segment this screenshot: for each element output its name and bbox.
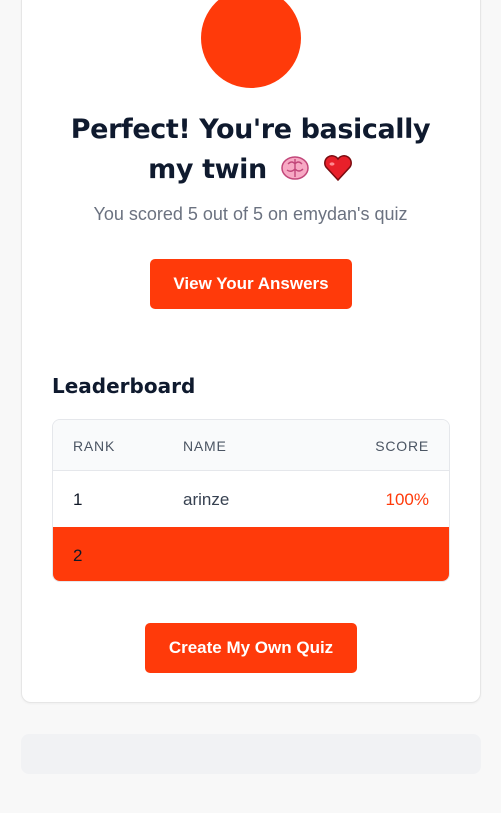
leaderboard-table: RANK NAME SCORE 1 arinze 100% 2	[52, 419, 450, 582]
result-heading-line2-text: my twin	[148, 154, 267, 185]
name-cell: arinze	[183, 490, 230, 509]
create-quiz-button[interactable]: Create My Own Quiz	[145, 623, 357, 673]
column-header-rank: RANK	[73, 438, 116, 454]
result-card	[21, 0, 481, 703]
brain-icon	[280, 154, 310, 182]
view-answers-button[interactable]: View Your Answers	[150, 259, 352, 309]
quiz-result-page: Perfect! You're basically my twin You sc…	[0, 0, 501, 813]
score-cell: 100%	[385, 490, 429, 509]
table-row-highlighted: 2	[53, 527, 449, 581]
score-summary: You scored 5 out of 5 on emydan's quiz	[93, 204, 408, 224]
column-header-score: SCORE	[375, 438, 429, 454]
rank-cell: 2	[73, 546, 83, 565]
leaderboard-title: Leaderboard	[52, 374, 196, 398]
result-heading-line2: my twin	[40, 150, 461, 190]
red-heart-icon	[323, 154, 353, 182]
result-heading: Perfect! You're basically my twin	[40, 110, 461, 190]
result-heading-line1: Perfect! You're basically	[70, 114, 431, 145]
footer-placeholder	[21, 734, 481, 774]
leaderboard-header: RANK NAME SCORE	[53, 420, 449, 471]
table-row: 1 arinze 100%	[53, 471, 449, 527]
column-header-name: NAME	[183, 438, 227, 454]
rank-cell: 1	[73, 490, 83, 509]
